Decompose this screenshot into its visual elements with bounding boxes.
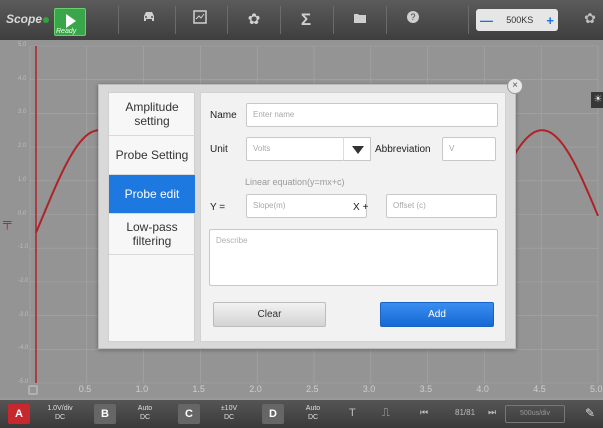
describe-textarea[interactable]: Describe	[209, 229, 498, 286]
toolbar-divider	[468, 6, 469, 34]
wrench-icon[interactable]: ✎	[585, 406, 595, 420]
app-logo: Scope	[6, 12, 50, 26]
y-equals-label: Y =	[210, 202, 226, 213]
x-plus-label: X +	[353, 202, 369, 213]
gear-icon[interactable]: ✿	[243, 10, 265, 30]
run-button[interactable]: Ready	[54, 8, 86, 36]
calibration-icon[interactable]	[189, 10, 211, 30]
sample-rate-increase-button[interactable]: +	[546, 13, 554, 28]
sample-rate-control: — 500KS +	[476, 9, 558, 31]
linear-equation-hint: Linear equation(y=mx+c)	[245, 177, 345, 187]
menu-item-probe-setting[interactable]: Probe Setting	[109, 136, 195, 175]
sample-rate-decrease-button[interactable]: —	[480, 13, 493, 28]
car-icon[interactable]	[138, 10, 160, 30]
menu-item-amplitude-setting[interactable]: Amplitude setting	[109, 93, 195, 136]
abbreviation-input[interactable]: V	[442, 137, 496, 161]
toolbar-divider	[280, 6, 281, 34]
menu-item-probe-edit[interactable]: Probe edit	[109, 175, 195, 214]
last-page-icon[interactable]: ⏭	[488, 407, 496, 418]
trigger-edge-icon[interactable]: ⎍	[382, 407, 390, 420]
name-input[interactable]: Enter name	[246, 103, 498, 127]
channel-d-settings[interactable]: Auto DC	[293, 404, 333, 422]
channel-a-button[interactable]: A	[8, 404, 30, 424]
name-label: Name	[210, 110, 237, 121]
time-div-selector[interactable]: 500us/div	[505, 405, 565, 423]
sigma-icon[interactable]: Σ	[295, 10, 317, 30]
help-icon[interactable]: ?	[402, 10, 424, 30]
run-status-label: Ready	[56, 28, 77, 35]
channel-b-button[interactable]: B	[94, 404, 116, 424]
abbreviation-label: Abbreviation	[375, 144, 431, 155]
clear-button[interactable]: Clear	[213, 302, 326, 327]
toolbar-divider	[227, 6, 228, 34]
slope-input[interactable]: Slope(m)	[246, 194, 367, 218]
close-icon[interactable]: ×	[507, 78, 523, 94]
toolbar-divider	[175, 6, 176, 34]
play-icon	[66, 14, 76, 28]
offset-input[interactable]: Offset (c)	[386, 194, 497, 218]
channel-c-button[interactable]: C	[178, 404, 200, 424]
toolbar-divider	[118, 6, 119, 34]
channel-a-settings[interactable]: 1.0V/div DC	[40, 404, 80, 422]
channel-b-settings[interactable]: Auto DC	[125, 404, 165, 422]
add-button[interactable]: Add	[380, 302, 494, 327]
channel-d-button[interactable]: D	[262, 404, 284, 424]
channel-bar: A 1.0V/div DC B Auto DC C ±10V DC D Auto DC …	[0, 400, 603, 428]
dialog-side-menu: Amplitude setting Probe Setting Probe ed…	[108, 92, 195, 342]
page-indicator: 81/81	[455, 408, 476, 417]
folder-icon[interactable]	[349, 10, 371, 30]
unit-label: Unit	[210, 144, 228, 155]
settings-gear-icon[interactable]: ✿	[580, 10, 600, 30]
first-page-icon[interactable]: ⏮	[420, 407, 428, 418]
unit-select[interactable]: Volts	[246, 137, 344, 161]
svg-text:?: ?	[410, 12, 415, 22]
unit-dropdown-arrow-icon[interactable]	[343, 137, 371, 161]
sample-rate-value: 500KS	[506, 15, 534, 25]
menu-item-low-pass-filtering[interactable]: Low-pass filtering	[109, 214, 195, 255]
top-toolbar: Scope Ready ✿ Σ ? — 500KS + ✿	[0, 0, 603, 40]
channel-c-settings[interactable]: ±10V DC	[209, 404, 249, 422]
trigger-type-icon[interactable]: T	[349, 407, 356, 419]
toolbar-divider	[386, 6, 387, 34]
toolbar-divider	[333, 6, 334, 34]
